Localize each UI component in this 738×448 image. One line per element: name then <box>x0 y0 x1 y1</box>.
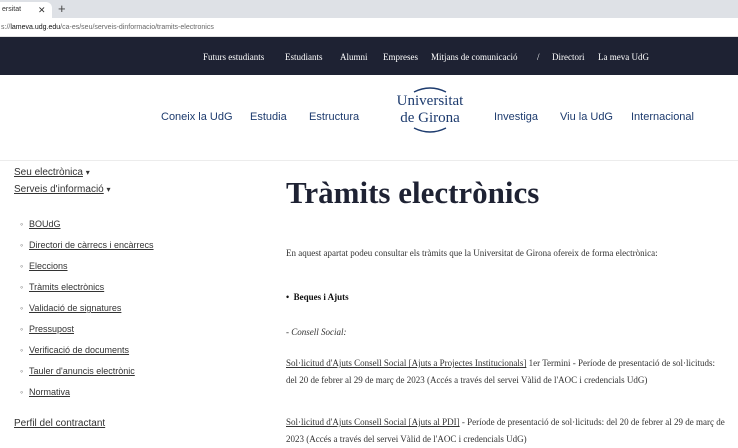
tramit-item-2: Sol·licitud d'Ajuts Consell Social [Ajut… <box>286 414 726 448</box>
tramit-link-1[interactable]: Sol·licitud d'Ajuts Consell Social [Ajut… <box>286 358 526 368</box>
chevron-down-icon: ▾ <box>85 168 90 177</box>
sidebar-item-label: Tràmits electrònics <box>29 282 105 292</box>
sidebar-item-verificacio[interactable]: ◦ Verificació de documents <box>20 345 129 355</box>
bullet-icon: ◦ <box>20 303 24 313</box>
logo-line-1: Universitat <box>396 93 464 109</box>
tramit-link-2[interactable]: Sol·licitud d'Ajuts Consell Social [Ajut… <box>286 417 460 427</box>
topnav-mitjans[interactable]: Mitjans de comunicació <box>431 52 517 62</box>
header-divider <box>0 160 738 161</box>
browser-tab-strip: ersitat ✕ + <box>0 0 738 18</box>
nav-estudia[interactable]: Estudia <box>250 111 287 123</box>
bullet-icon: ◦ <box>20 282 24 292</box>
topnav-la-meva-udg[interactable]: La meva UdG <box>598 52 649 62</box>
logo-top-arc-icon <box>413 87 447 93</box>
sidebar-item-label: Verificació de documents <box>29 345 130 355</box>
sidebar-item-tramits[interactable]: ◦ Tràmits electrònics <box>20 282 104 292</box>
bullet-icon: ◦ <box>20 219 24 229</box>
bullet-icon: ◦ <box>20 240 24 250</box>
close-icon[interactable]: ✕ <box>38 5 46 16</box>
logo-line-2: de Girona <box>400 110 460 126</box>
intro-paragraph: En aquest apartat podeu consultar els tr… <box>286 248 658 258</box>
sidebar-item-label: Eleccions <box>29 261 68 271</box>
sidebar-item-validacio[interactable]: ◦ Validació de signatures <box>20 303 121 313</box>
topnav-alumni[interactable]: Alumni <box>340 52 368 62</box>
tramit-item-1: Sol·licitud d'Ajuts Consell Social [Ajut… <box>286 355 726 389</box>
url-host: lameva.udg.edu <box>10 24 61 31</box>
sidebar-serveis-label: Serveis d'informació <box>14 184 104 195</box>
sidebar-item-label: Directori de càrrecs i encàrrecs <box>29 240 154 250</box>
nav-investiga[interactable]: Investiga <box>494 111 538 123</box>
sidebar-perfil-contractant[interactable]: Perfil del contractant <box>14 418 105 429</box>
bullet-icon: ◦ <box>20 324 24 334</box>
bullet-icon: ◦ <box>20 345 24 355</box>
url-scheme: s:// <box>1 24 11 31</box>
sidebar-item-label: BOUdG <box>29 219 61 229</box>
address-bar[interactable]: s://lameva.udg.edu/ca-es/seu/serveis-din… <box>0 18 738 37</box>
bullet-icon: ◦ <box>20 366 24 376</box>
logo-bottom-arc-icon <box>413 127 447 133</box>
nav-internacional[interactable]: Internacional <box>631 111 694 123</box>
bullet-icon: ◦ <box>20 387 24 397</box>
sidebar-item-tauler[interactable]: ◦ Tauler d'anuncis electrònic <box>20 366 135 376</box>
new-tab-icon[interactable]: + <box>58 1 66 16</box>
bullet-icon: ◦ <box>20 261 24 271</box>
sidebar-item-label: Normativa <box>29 387 71 397</box>
topnav-estudiants[interactable]: Estudiants <box>285 52 323 62</box>
nav-estructura[interactable]: Estructura <box>309 111 359 123</box>
page-title: Tràmits electrònics <box>286 175 540 210</box>
topnav-directori[interactable]: Directori <box>552 52 584 62</box>
topnav-futurs-estudiants[interactable]: Futurs estudiants <box>203 52 264 62</box>
sidebar-seu-electronica[interactable]: Seu electrònica ▾ <box>14 167 90 178</box>
section-label: Beques i Ajuts <box>293 292 349 302</box>
sidebar-item-label: Tauler d'anuncis electrònic <box>29 366 135 376</box>
sidebar-seu-label: Seu electrònica <box>14 167 83 178</box>
nav-coneix-la-udg[interactable]: Coneix la UdG <box>161 111 233 123</box>
tab-title: ersitat <box>2 6 22 13</box>
topnav-empreses[interactable]: Empreses <box>383 52 418 62</box>
sidebar-item-directori[interactable]: ◦ Directori de càrrecs i encàrrecs <box>20 240 154 250</box>
sidebar-item-normativa[interactable]: ◦ Normativa <box>20 387 70 397</box>
sidebar-item-label: Validació de signatures <box>29 303 122 313</box>
sidebar-serveis-informacio[interactable]: Serveis d'informació ▾ <box>14 184 111 195</box>
top-navigation: Futurs estudiants Estudiants Alumni Empr… <box>0 37 738 75</box>
section-beques-i-ajuts: • Beques i Ajuts <box>286 292 349 302</box>
sidebar-item-pressupost[interactable]: ◦ Pressupost <box>20 324 74 334</box>
nav-viu-la-udg[interactable]: Viu la UdG <box>560 111 613 123</box>
sidebar-item-boudg[interactable]: ◦ BOUdG <box>20 219 61 229</box>
sidebar-perfil-label: Perfil del contractant <box>14 418 106 429</box>
sidebar-item-label: Pressupost <box>29 324 75 334</box>
browser-tab[interactable]: ersitat ✕ <box>0 2 52 18</box>
sidebar-item-eleccions[interactable]: ◦ Eleccions <box>20 261 68 271</box>
chevron-down-icon: ▾ <box>106 185 111 194</box>
url-path: /ca-es/seu/serveis-dinformacio/tramits-e… <box>60 24 214 31</box>
subsection-consell-social: - Consell Social: <box>286 327 347 337</box>
topnav-separator: / <box>537 52 540 62</box>
bullet-icon: • <box>286 292 294 302</box>
udg-logo[interactable]: Universitat de Girona <box>385 85 475 145</box>
